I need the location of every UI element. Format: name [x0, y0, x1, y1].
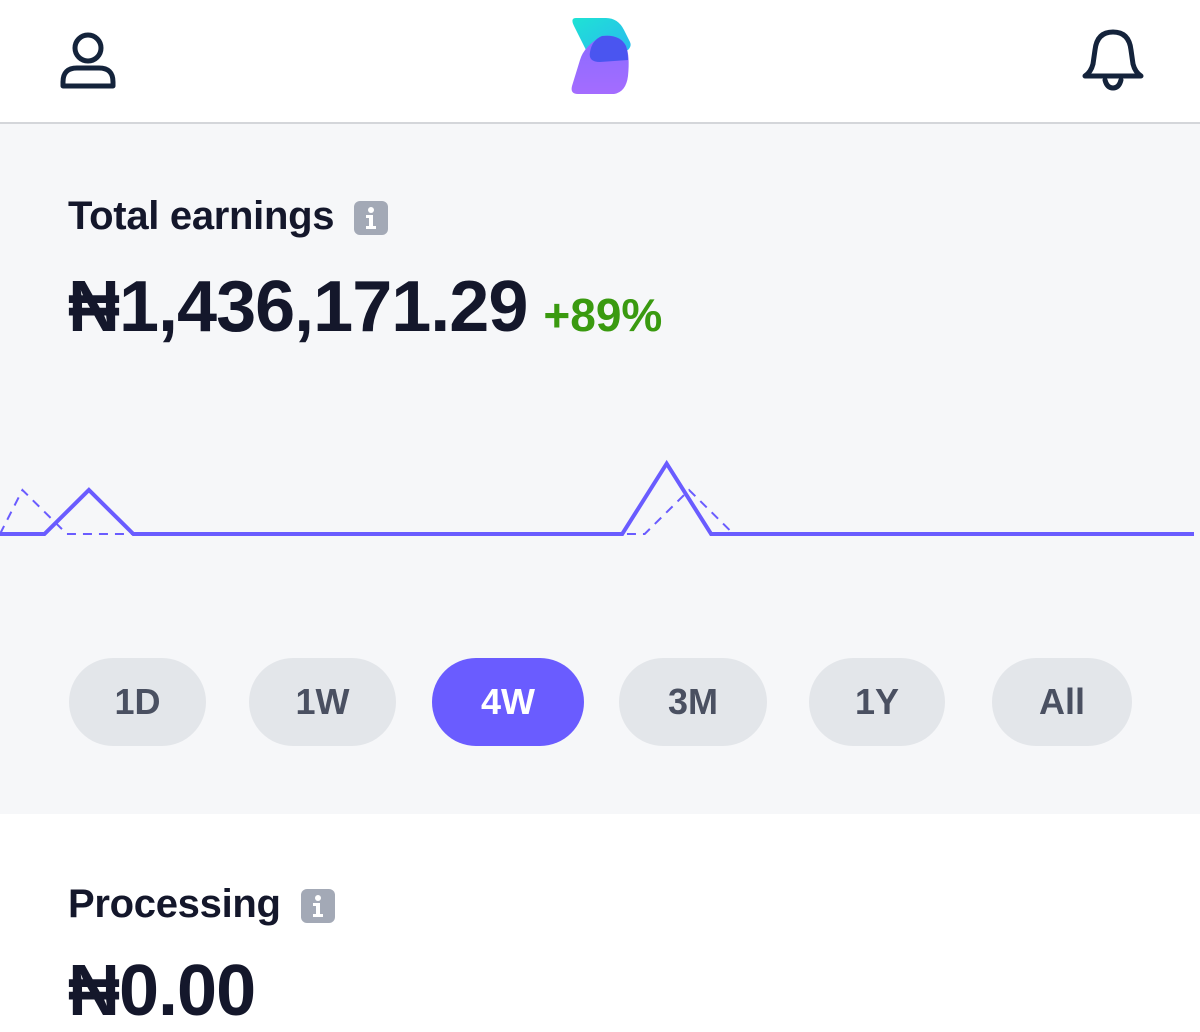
range-1w-button[interactable]: 1W	[249, 658, 396, 746]
processing-amount: ₦0.00	[68, 951, 256, 1031]
total-earnings-amount: ₦1,436,171.29	[68, 267, 528, 347]
range-3m-button[interactable]: 3M	[619, 658, 767, 746]
range-all-button[interactable]: All	[992, 658, 1132, 746]
processing-card: Processing ₦0.00	[0, 814, 1200, 1031]
range-4w-button[interactable]: 4W	[432, 658, 584, 746]
user-icon[interactable]	[56, 28, 120, 94]
chart-line-previous	[0, 488, 1178, 535]
range-1d-button[interactable]: 1D	[69, 658, 206, 746]
total-earnings-title: Total earnings	[68, 194, 389, 239]
top-bar	[0, 0, 1200, 124]
bell-icon[interactable]	[1080, 26, 1146, 92]
processing-row: ₦0.00	[68, 950, 256, 1032]
earnings-chart	[0, 459, 1194, 536]
time-range-selector: 1D 1W 4W 3M 1Y All	[0, 658, 1200, 748]
processing-label: Processing	[68, 882, 281, 926]
earnings-change-percent: +89%	[543, 289, 663, 341]
app-logo	[568, 14, 634, 98]
info-icon[interactable]	[300, 888, 335, 923]
chart-line-current	[0, 459, 1194, 536]
info-icon[interactable]	[354, 200, 389, 235]
total-earnings-card: Total earnings ₦1,436,171.29 +89% 1D 1W …	[0, 124, 1200, 814]
total-earnings-row: ₦1,436,171.29 +89%	[68, 266, 662, 348]
total-earnings-label: Total earnings	[68, 194, 335, 238]
range-1y-button[interactable]: 1Y	[809, 658, 945, 746]
processing-title: Processing	[68, 882, 335, 927]
